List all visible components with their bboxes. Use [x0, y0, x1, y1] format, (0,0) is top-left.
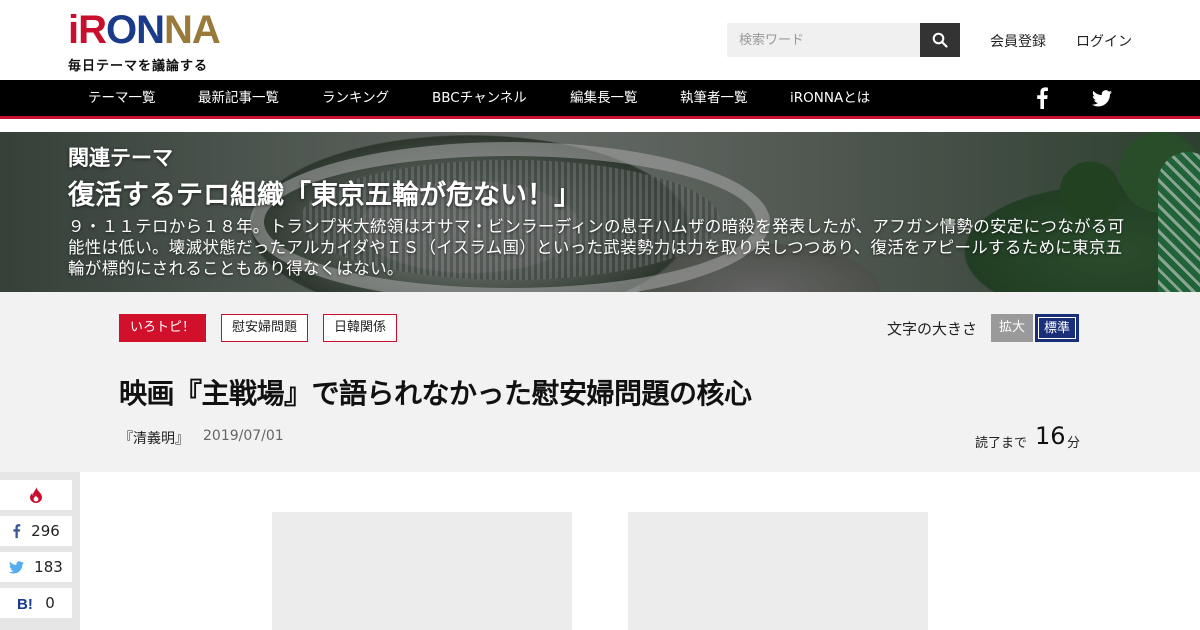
nav-item-bbc[interactable]: BBCチャンネル — [432, 80, 527, 116]
nav-twitter-link[interactable] — [1090, 86, 1114, 110]
tag-irotopi[interactable]: いろトピ！ — [119, 314, 207, 342]
font-size-label: 文字の大きさ — [887, 320, 978, 338]
logo-letter: i — [68, 8, 79, 52]
twitter-icon — [1092, 89, 1112, 106]
read-time-label: 読了まで — [975, 436, 1028, 451]
nav-facebook-link[interactable] — [1030, 86, 1054, 110]
share-hot-button[interactable] — [0, 480, 72, 510]
main-nav: テーマ一覧 最新記事一覧 ランキング BBCチャンネル 編集長一覧 執筆者一覧 … — [0, 80, 1200, 116]
nav-item-about[interactable]: iRONNAとは — [790, 80, 870, 116]
logo-letter: N — [164, 8, 193, 52]
login-link[interactable]: ログイン — [1076, 31, 1132, 51]
nav-item-latest[interactable]: 最新記事一覧 — [198, 80, 279, 116]
twitter-icon — [9, 560, 25, 574]
share-twitter-button[interactable]: 183 — [0, 552, 72, 582]
twitter-share-count: 183 — [34, 558, 63, 576]
logo-wordmark: iRONNA — [68, 8, 221, 52]
hatena-bookmark-icon: B! — [17, 596, 35, 610]
logo-letter: O — [106, 8, 137, 52]
svg-text:B!: B! — [17, 596, 33, 610]
search-icon — [932, 32, 948, 48]
article-title: 映画『主戦場』で語られなかった慰安婦問題の核心 — [119, 377, 752, 410]
article-author[interactable]: 『清義明』 — [119, 428, 189, 448]
facebook-icon — [12, 523, 21, 539]
flame-icon — [29, 487, 43, 503]
font-size-standard-button[interactable]: 標準 — [1035, 314, 1080, 342]
read-time-minutes: 16 — [1035, 422, 1066, 450]
search-button[interactable] — [920, 23, 960, 57]
facebook-icon — [1037, 87, 1048, 109]
article-date: 2019/07/01 — [203, 428, 284, 444]
site-header: iRONNA 毎日テーマを議論する 会員登録 ログイン — [0, 0, 1200, 80]
hero-tower — [1158, 152, 1200, 292]
read-time-unit: 分 — [1067, 436, 1081, 451]
hero-title[interactable]: 復活するテロ組織「東京五輪が危ない！」 — [68, 173, 581, 212]
logo-tagline: 毎日テーマを議論する — [68, 59, 209, 74]
logo-letter: R — [78, 8, 107, 52]
nav-item-ranking[interactable]: ランキング — [322, 80, 389, 116]
font-size-large-button[interactable]: 拡大 — [991, 314, 1034, 342]
tag-comfort-women[interactable]: 慰安婦問題 — [221, 314, 309, 342]
register-link[interactable]: 会員登録 — [990, 31, 1046, 51]
logo-letter: A — [191, 8, 221, 52]
site-logo[interactable]: iRONNA 毎日テーマを議論する — [68, 8, 228, 74]
hatena-share-count: 0 — [45, 594, 55, 612]
hero-kicker: 関連テーマ — [68, 146, 173, 170]
share-facebook-button[interactable]: 296 — [0, 516, 72, 546]
tag-japan-korea[interactable]: 日韓関係 — [323, 314, 398, 342]
logo-letter: N — [136, 8, 165, 52]
share-sidebar: 296 183 B! 0 — [0, 472, 80, 630]
share-hatena-button[interactable]: B! 0 — [0, 588, 72, 618]
nav-item-writers[interactable]: 執筆者一覧 — [680, 80, 748, 116]
content-image-placeholder — [272, 512, 572, 630]
nav-accent-line — [0, 116, 1200, 119]
hero-description: ９・１１テロから１８年。トランプ米大統領はオサマ・ビンラーディンの息子ハムザの暗… — [68, 217, 1125, 278]
nav-item-editors[interactable]: 編集長一覧 — [570, 80, 638, 116]
search-input[interactable] — [727, 23, 920, 57]
facebook-share-count: 296 — [31, 522, 60, 540]
content-image-placeholder — [628, 512, 928, 630]
nav-item-themes[interactable]: テーマ一覧 — [88, 80, 156, 116]
